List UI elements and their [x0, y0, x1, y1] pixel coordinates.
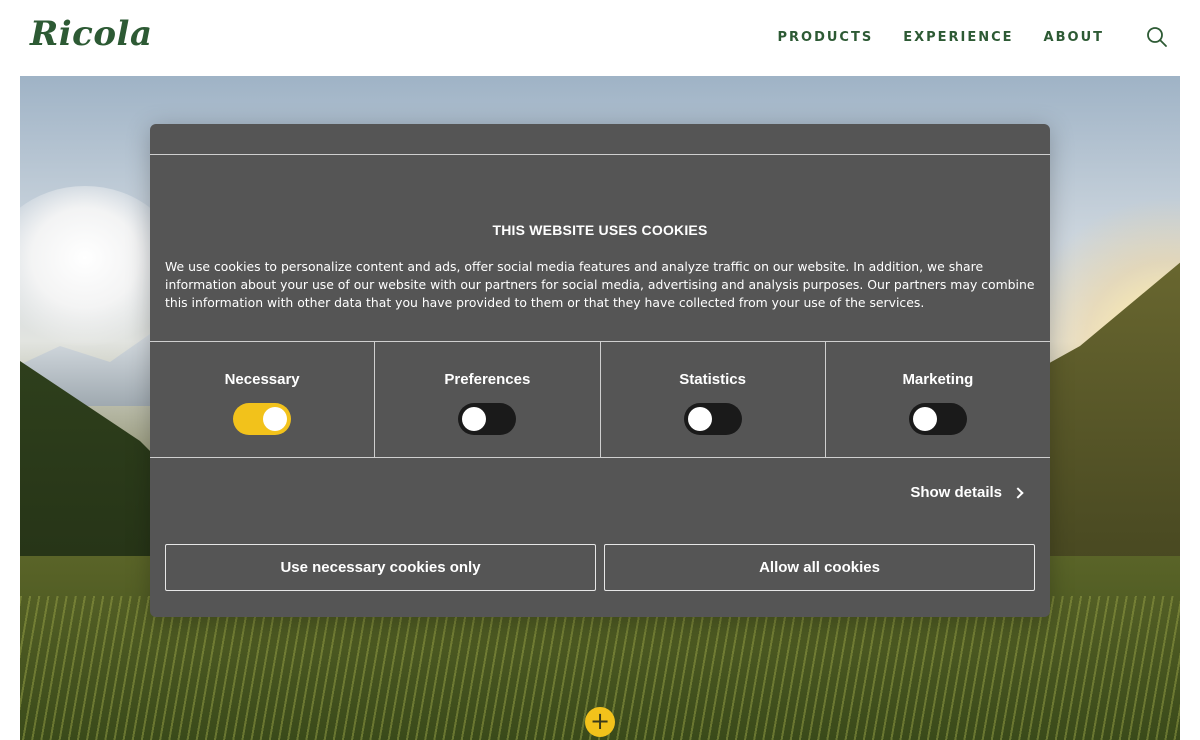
nav-about[interactable]: ABOUT: [1044, 30, 1104, 45]
main-nav: PRODUCTS EXPERIENCE ABOUT: [777, 30, 1104, 45]
toggle-preferences[interactable]: [458, 403, 517, 435]
cookie-consent-dialog: THIS WEBSITE USES COOKIES We use cookies…: [150, 124, 1050, 617]
allow-all-cookies-button[interactable]: Allow all cookies: [604, 544, 1035, 591]
show-details-link[interactable]: Show details: [910, 484, 1024, 501]
nav-products[interactable]: PRODUCTS: [777, 30, 873, 45]
show-details-label: Show details: [910, 484, 1002, 501]
category-preferences: Preferences: [375, 342, 601, 457]
category-label-marketing: Marketing: [902, 371, 974, 388]
category-statistics: Statistics: [601, 342, 826, 457]
toggle-statistics[interactable]: [683, 403, 742, 435]
category-necessary: Necessary: [150, 342, 376, 457]
toggle-knob: [462, 407, 487, 431]
toggle-knob: [912, 407, 937, 431]
toggle-knob: [263, 407, 288, 431]
category-marketing: Marketing: [826, 342, 1050, 457]
category-label-statistics: Statistics: [679, 371, 746, 388]
category-label-preferences: Preferences: [444, 371, 531, 388]
chevron-right-icon: [1012, 486, 1024, 499]
nav-experience[interactable]: EXPERIENCE: [903, 30, 1013, 45]
cookie-category-toggles: Necessary Preferences Statistics Marketi…: [150, 341, 1050, 458]
toggle-marketing[interactable]: [908, 403, 967, 435]
use-necessary-only-button[interactable]: Use necessary cookies only: [165, 544, 596, 591]
search-icon[interactable]: [1146, 26, 1168, 48]
toggle-necessary[interactable]: [233, 403, 292, 435]
site-header: Ricola PRODUCTS EXPERIENCE ABOUT: [0, 0, 1200, 76]
cookie-dialog-title: THIS WEBSITE USES COOKIES: [492, 222, 708, 238]
cookie-dialog-body: We use cookies to personalize content an…: [165, 259, 1035, 310]
dialog-divider: [150, 154, 1050, 155]
ricola-logo[interactable]: Ricola: [30, 14, 153, 54]
toggle-knob: [687, 407, 712, 431]
expand-plus-icon[interactable]: +: [585, 707, 615, 737]
category-label-necessary: Necessary: [224, 371, 300, 388]
